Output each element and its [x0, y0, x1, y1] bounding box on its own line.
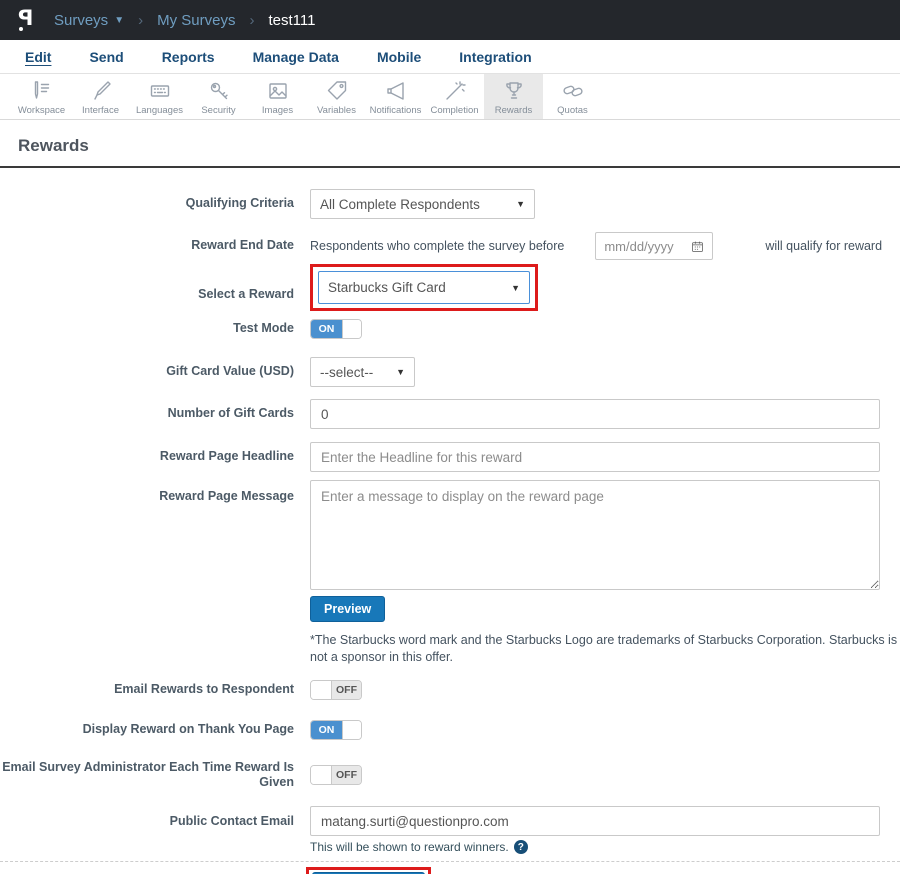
toolbar-item-workspace[interactable]: Workspace	[12, 74, 71, 119]
reward-page-message-textarea[interactable]	[310, 480, 880, 590]
footer-divider	[0, 861, 900, 862]
public-contact-email-label: Public Contact Email	[0, 806, 310, 830]
breadcrumb-surveys[interactable]: Surveys	[54, 12, 108, 29]
toolbar-item-quotas[interactable]: Quotas	[543, 74, 602, 119]
help-question-icon[interactable]: ?	[514, 840, 528, 854]
reward-page-headline-input[interactable]	[310, 442, 880, 472]
main-tab-bar: Edit Send Reports Manage Data Mobile Int…	[0, 40, 900, 74]
starbucks-disclaimer-text: *The Starbucks word mark and the Starbuc…	[310, 632, 900, 666]
toggle-knob	[311, 766, 332, 784]
row-gift-card-value: Gift Card Value (USD) --select-- ▼	[0, 357, 900, 387]
reward-page-message-label: Reward Page Message	[0, 480, 310, 505]
row-reward-page-message: Reward Page Message	[0, 480, 900, 590]
public-email-helper: This will be shown to reward winners. ?	[310, 840, 528, 854]
email-admin-toggle[interactable]: OFF	[310, 765, 362, 785]
calendar-icon[interactable]	[691, 240, 704, 253]
toolbar-item-images[interactable]: Images	[248, 74, 307, 119]
qualifying-criteria-label: Qualifying Criteria	[0, 196, 310, 212]
test-mode-toggle[interactable]: ON	[310, 319, 362, 339]
row-reward-page-headline: Reward Page Headline	[0, 442, 900, 472]
end-date-suffix-text: will qualify for reward	[765, 239, 882, 253]
key-icon	[207, 79, 231, 103]
megaphone-icon	[384, 79, 408, 103]
toolbar-item-interface[interactable]: Interface	[71, 74, 130, 119]
top-navigation-bar: P Surveys ▼ › My Surveys › test111	[0, 0, 900, 40]
trophy-icon	[502, 79, 526, 103]
select-reward-select[interactable]: Starbucks Gift Card ▼	[318, 271, 530, 304]
row-email-rewards: Email Rewards to Respondent OFF	[0, 680, 900, 700]
tab-reports[interactable]: Reports	[162, 49, 215, 65]
image-icon	[266, 79, 290, 103]
breadcrumb-separator-icon: ›	[138, 12, 143, 29]
row-public-contact-email: Public Contact Email This will be shown …	[0, 806, 900, 854]
toolbar-item-rewards[interactable]: Rewards	[484, 74, 543, 119]
tab-integration[interactable]: Integration	[459, 49, 531, 65]
chain-links-icon	[561, 79, 585, 103]
reward-page-headline-label: Reward Page Headline	[0, 449, 310, 465]
email-admin-label: Email Survey Administrator Each Time Rew…	[0, 760, 310, 791]
row-save: Save Changes	[0, 867, 900, 874]
toolbar-item-variables[interactable]: Variables	[307, 74, 366, 119]
dropdown-arrow-icon: ▼	[516, 199, 525, 209]
questionpro-logo-icon[interactable]: P	[14, 7, 40, 33]
toolbar-item-languages[interactable]: Languages	[130, 74, 189, 119]
edit-section-toolbar: Workspace Interface Languages Security I…	[0, 74, 900, 120]
toolbar-item-security[interactable]: Security	[189, 74, 248, 119]
tab-manage-data[interactable]: Manage Data	[253, 49, 339, 65]
row-preview: Preview	[0, 596, 900, 622]
toolbar-item-notifications[interactable]: Notifications	[366, 74, 425, 119]
email-rewards-toggle[interactable]: OFF	[310, 680, 362, 700]
public-contact-email-input[interactable]	[310, 806, 880, 836]
end-date-input[interactable]: mm/dd/yyyy	[595, 232, 713, 260]
tab-edit[interactable]: Edit	[25, 49, 51, 65]
number-of-gift-cards-input[interactable]	[310, 399, 880, 429]
breadcrumb-separator-icon: ›	[249, 12, 254, 29]
gift-card-value-label: Gift Card Value (USD)	[0, 364, 310, 380]
row-qualifying-criteria: Qualifying Criteria All Complete Respond…	[0, 189, 900, 219]
rewards-form: Qualifying Criteria All Complete Respond…	[0, 168, 900, 874]
chevron-down-icon[interactable]: ▼	[114, 15, 124, 26]
annotation-red-box-select-reward: Starbucks Gift Card ▼	[310, 264, 538, 311]
row-display-reward: Display Reward on Thank You Page ON	[0, 720, 900, 740]
tag-icon	[325, 79, 349, 103]
keyboard-icon	[148, 79, 172, 103]
breadcrumb-my-surveys[interactable]: My Surveys	[157, 12, 235, 29]
pen-list-icon	[30, 79, 54, 103]
annotation-red-box-save: Save Changes	[306, 867, 431, 874]
test-mode-label: Test Mode	[0, 321, 310, 337]
reward-end-date-label: Reward End Date	[0, 238, 310, 254]
gift-card-value-select[interactable]: --select-- ▼	[310, 357, 415, 387]
end-date-prefix-text: Respondents who complete the survey befo…	[310, 239, 564, 253]
row-reward-end-date: Reward End Date Respondents who complete…	[0, 232, 900, 260]
row-email-admin: Email Survey Administrator Each Time Rew…	[0, 760, 900, 791]
row-disclaimer: *The Starbucks word mark and the Starbuc…	[0, 632, 900, 666]
breadcrumb-survey-name: test111	[268, 12, 315, 29]
row-select-reward: Select a Reward Starbucks Gift Card ▼	[0, 264, 900, 311]
select-reward-label: Select a Reward	[0, 272, 310, 303]
page-title: Rewards	[18, 136, 882, 156]
preview-button[interactable]: Preview	[310, 596, 385, 622]
display-reward-toggle[interactable]: ON	[310, 720, 362, 740]
toolbar-item-completion[interactable]: Completion	[425, 74, 484, 119]
tab-mobile[interactable]: Mobile	[377, 49, 421, 65]
toggle-knob	[342, 320, 361, 338]
toggle-knob	[311, 681, 332, 699]
row-number-of-gift-cards: Number of Gift Cards	[0, 399, 900, 429]
tab-send[interactable]: Send	[89, 49, 123, 65]
toggle-knob	[342, 721, 361, 739]
email-rewards-label: Email Rewards to Respondent	[0, 682, 310, 698]
dropdown-arrow-icon: ▼	[511, 283, 520, 293]
row-test-mode: Test Mode ON	[0, 319, 900, 339]
magic-wand-icon	[443, 79, 467, 103]
paintbrush-icon	[89, 79, 113, 103]
number-of-gift-cards-label: Number of Gift Cards	[0, 406, 310, 422]
qualifying-criteria-select[interactable]: All Complete Respondents ▼	[310, 189, 535, 219]
dropdown-arrow-icon: ▼	[396, 367, 405, 377]
display-reward-label: Display Reward on Thank You Page	[0, 722, 310, 738]
helper-text: This will be shown to reward winners.	[310, 840, 509, 854]
